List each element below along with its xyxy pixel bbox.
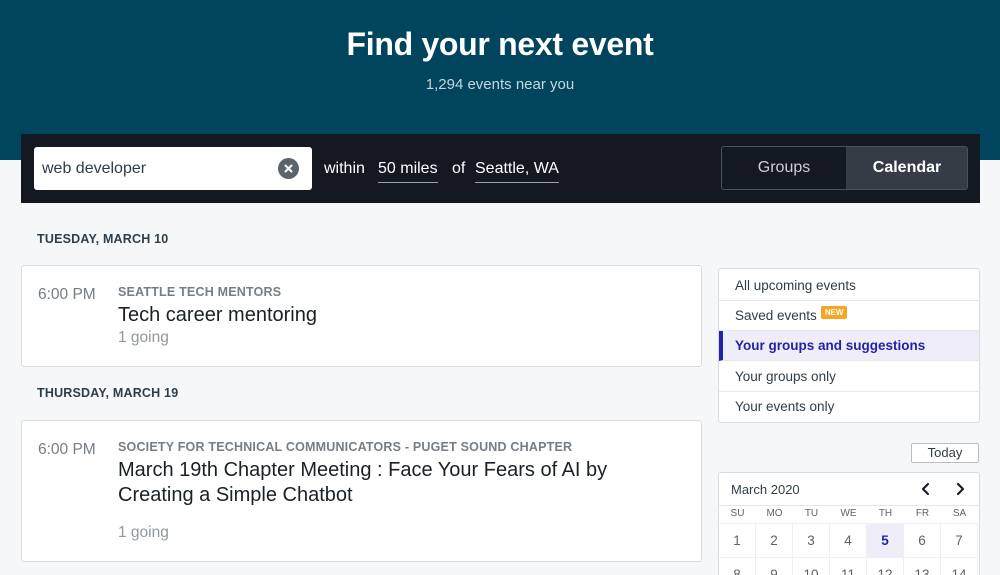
calendar-day[interactable]: 2 <box>756 523 793 557</box>
calendar-month: March 2020 <box>731 482 800 497</box>
filter-label: Saved events <box>735 308 817 323</box>
filter-label: All upcoming events <box>735 278 856 293</box>
calendar-day[interactable]: 1 <box>719 523 756 557</box>
weekday-label: FR <box>915 508 930 519</box>
weekday-label: TU <box>804 508 819 519</box>
event-filters: All upcoming events Saved events NEW Your… <box>718 268 980 423</box>
event-attendees: 1 going <box>118 329 169 346</box>
view-toggle: Groups Calendar <box>721 146 968 190</box>
within-label: within <box>324 160 365 177</box>
calendar-day[interactable]: 4 <box>830 523 867 557</box>
day-heading: TUESDAY, MARCH 10 <box>37 232 169 246</box>
calendar-day[interactable]: 13 <box>904 557 941 575</box>
search-box <box>34 147 312 190</box>
calendar-day[interactable]: 12 <box>867 557 904 575</box>
calendar-day-today[interactable]: 5 <box>867 523 904 557</box>
event-time: 6:00 PM <box>38 441 96 458</box>
event-group-name[interactable]: SOCIETY FOR TECHNICAL COMMUNICATORS - PU… <box>118 440 572 454</box>
calendar-day[interactable]: 11 <box>830 557 867 575</box>
search-input[interactable] <box>42 147 272 190</box>
event-attendees: 1 going <box>118 524 169 541</box>
today-button[interactable]: Today <box>911 443 979 463</box>
filter-groups-and-suggestions[interactable]: Your groups and suggestions <box>719 331 979 361</box>
filter-label: Your groups only <box>735 369 836 384</box>
calendar-day[interactable]: 7 <box>941 523 978 557</box>
chevron-right-icon[interactable] <box>949 478 971 500</box>
event-group-name[interactable]: SEATTLE TECH MENTORS <box>118 285 281 299</box>
filter-label: Your groups and suggestions <box>735 338 926 353</box>
of-label: of <box>452 160 466 177</box>
event-card[interactable]: 6:00 PM SEATTLE TECH MENTORS Tech career… <box>21 265 702 367</box>
filter-all-upcoming[interactable]: All upcoming events <box>719 271 979 301</box>
calendar-day[interactable]: 8 <box>719 557 756 575</box>
calendar-day[interactable]: 6 <box>904 523 941 557</box>
calendar-divider <box>719 505 979 506</box>
search-bar: within 50 miles of Seattle, WA Groups Ca… <box>21 134 980 203</box>
page-title: Find your next event <box>346 26 654 62</box>
calendar-day[interactable]: 3 <box>793 523 830 557</box>
events-count: 1,294 events near you <box>425 76 575 93</box>
weekday-label: WE <box>840 508 857 519</box>
calendar-tab[interactable]: Calendar <box>846 147 967 189</box>
calendar-day[interactable]: 10 <box>793 557 830 575</box>
calendar-day[interactable]: 9 <box>756 557 793 575</box>
day-heading: THURSDAY, MARCH 19 <box>37 386 179 400</box>
event-title[interactable]: Tech career mentoring <box>118 303 678 328</box>
distance-selector[interactable]: 50 miles <box>378 160 438 183</box>
weekday-label: TH <box>878 508 893 519</box>
calendar-day[interactable]: 14 <box>941 557 978 575</box>
new-badge: NEW <box>820 306 848 319</box>
filter-events-only[interactable]: Your events only <box>719 392 979 422</box>
location-selector[interactable]: Seattle, WA <box>475 160 559 183</box>
filter-groups-only[interactable]: Your groups only <box>719 362 979 392</box>
groups-tab[interactable]: Groups <box>722 147 846 189</box>
mini-calendar: March 2020 SU MO TU WE TH FR SA 1 2 3 4 … <box>718 472 980 575</box>
chevron-left-icon[interactable] <box>915 478 937 500</box>
event-title[interactable]: March 19th Chapter Meeting : Face Your F… <box>118 458 678 508</box>
event-card[interactable]: 6:00 PM SOCIETY FOR TECHNICAL COMMUNICAT… <box>21 420 702 562</box>
weekday-label: SA <box>952 508 967 519</box>
filter-label: Your events only <box>735 399 835 414</box>
filter-saved-events[interactable]: Saved events NEW <box>719 301 979 331</box>
clear-search-icon[interactable] <box>278 158 299 179</box>
event-time: 6:00 PM <box>38 286 96 303</box>
weekday-label: MO <box>766 508 783 519</box>
weekday-label: SU <box>730 508 745 519</box>
